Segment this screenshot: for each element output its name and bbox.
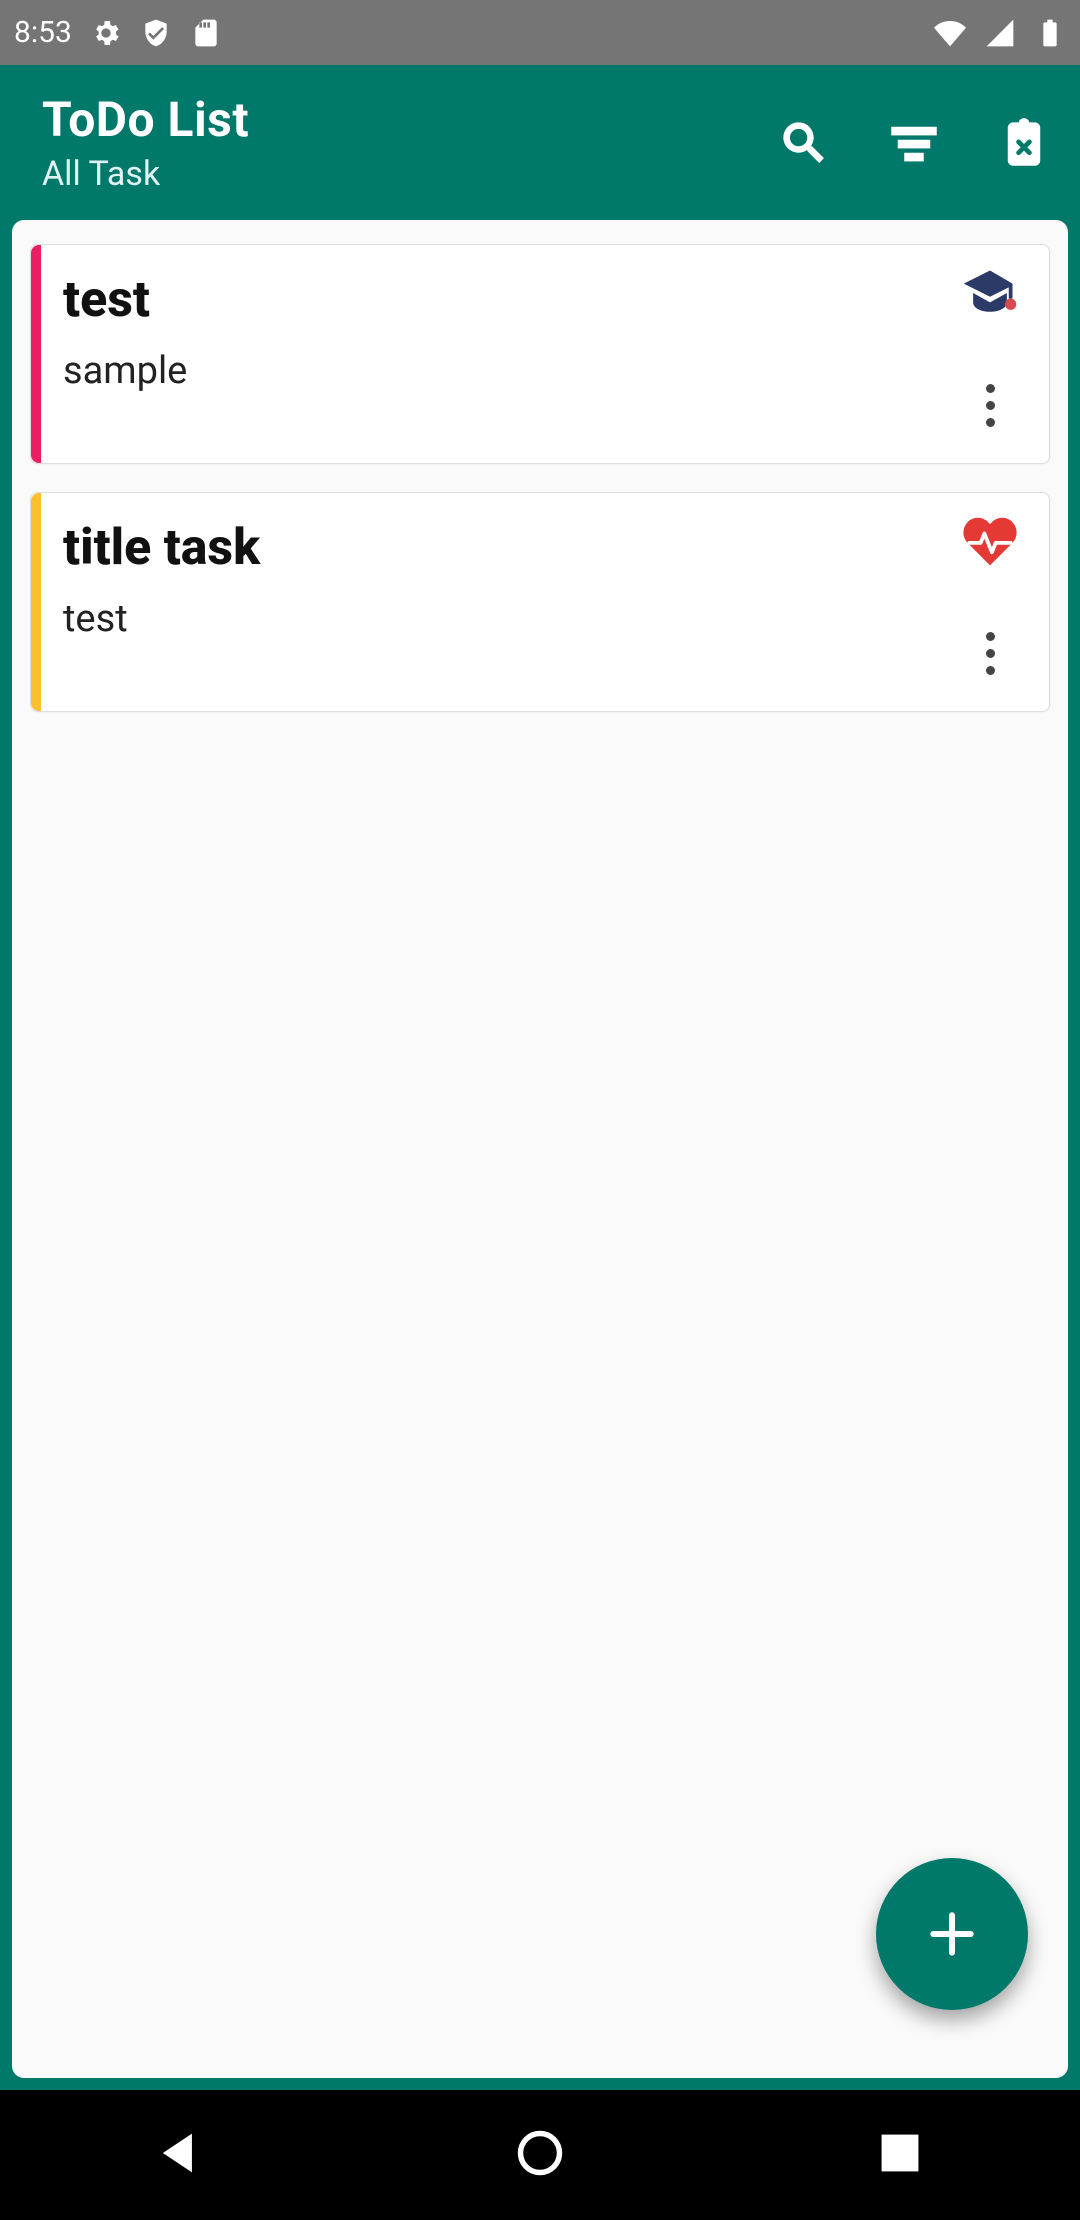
task-more-button[interactable]	[960, 613, 1020, 693]
heart-pulse-icon	[960, 511, 1020, 571]
screen: 8:53 ToDo List All T	[0, 0, 1080, 2220]
nav-recent-button[interactable]	[874, 2127, 926, 2183]
task-card-right	[939, 493, 1049, 711]
task-card[interactable]: test sample	[30, 244, 1050, 464]
clipboard-delete-icon	[998, 117, 1050, 169]
page-title: ToDo List	[42, 91, 772, 148]
search-button[interactable]	[772, 111, 836, 175]
square-recent-icon	[874, 2127, 926, 2179]
signal-icon	[984, 17, 1016, 49]
sd-card-icon	[190, 17, 222, 49]
app-bar: ToDo List All Task	[0, 65, 1080, 220]
task-list[interactable]: test sample	[12, 220, 1068, 2078]
task-note: sample	[63, 349, 921, 393]
task-card-body: title task test	[41, 493, 939, 711]
nav-back-button[interactable]	[154, 2127, 206, 2183]
status-right	[934, 17, 1066, 49]
app-bar-titles: ToDo List All Task	[42, 91, 772, 194]
app-bar-actions	[772, 111, 1056, 175]
graduation-cap-icon	[960, 263, 1020, 323]
delete-all-button[interactable]	[992, 111, 1056, 175]
add-task-fab[interactable]	[876, 1858, 1028, 2010]
task-more-button[interactable]	[960, 365, 1020, 445]
priority-stripe	[31, 245, 41, 463]
task-card[interactable]: title task test	[30, 492, 1050, 712]
status-left: 8:53	[14, 15, 222, 50]
circle-home-icon	[514, 2127, 566, 2179]
task-note: test	[63, 597, 921, 641]
battery-icon	[1034, 17, 1066, 49]
page-subtitle: All Task	[42, 154, 772, 194]
search-icon	[778, 117, 830, 169]
content-wrap: test sample	[0, 220, 1080, 2090]
task-title: test	[63, 271, 921, 329]
triangle-back-icon	[154, 2127, 206, 2179]
task-title: title task	[63, 519, 921, 577]
filter-button[interactable]	[882, 111, 946, 175]
nav-bar	[0, 2090, 1080, 2220]
shield-icon	[140, 17, 172, 49]
task-card-body: test sample	[41, 245, 939, 463]
gear-icon	[90, 17, 122, 49]
task-card-right	[939, 245, 1049, 463]
wifi-icon	[934, 17, 966, 49]
plus-icon	[924, 1906, 980, 1962]
status-time: 8:53	[14, 15, 72, 50]
status-bar: 8:53	[0, 0, 1080, 65]
priority-stripe	[31, 493, 41, 711]
nav-home-button[interactable]	[514, 2127, 566, 2183]
filter-icon	[888, 117, 940, 169]
